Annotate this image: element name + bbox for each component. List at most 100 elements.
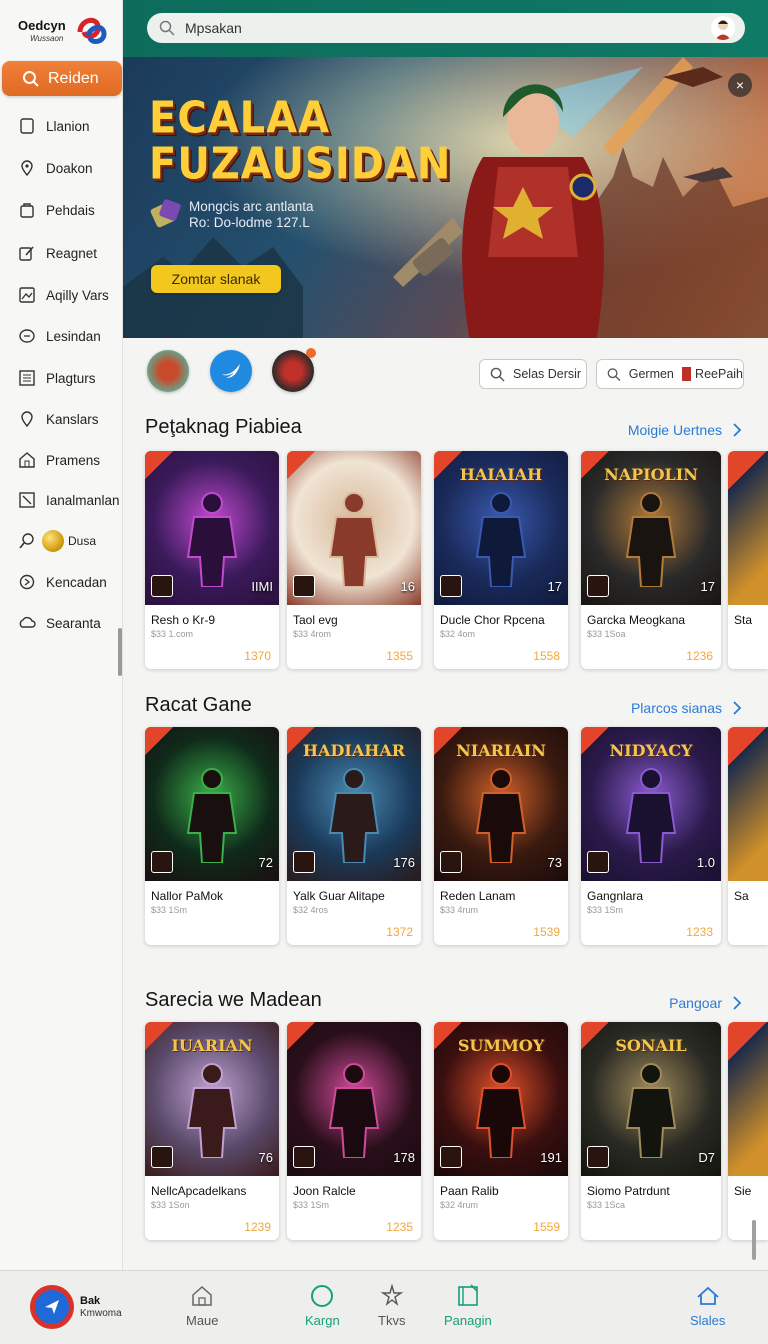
grid-icon [19,370,35,386]
search-input[interactable]: Mpsakan [185,20,242,36]
game-card-partial[interactable]: Sa [728,727,768,945]
nav-item-panagin[interactable]: Panagin [444,1283,492,1328]
game-card-art: SUMMOY 191 [434,1022,568,1176]
game-card-art: HADIAHAR 176 [287,727,421,881]
sidebar-item-2[interactable]: Doakon [0,148,122,188]
sidebar-item-label: Reagnet [46,245,98,261]
game-card[interactable]: IIMI Resh o Kr-9 $33 1.com 1370 [145,451,279,669]
user-avatar-icon[interactable] [711,16,735,40]
profile-name: Bak [80,1295,101,1307]
game-card[interactable]: SONAIL D7 Siomo Patrdunt $33 1Sca [581,1022,721,1240]
section-more-link[interactable]: Pangoar [669,995,742,1011]
nav-item-tkvs[interactable]: Tkvs [378,1283,405,1328]
game-card-badge: 191 [540,1150,562,1165]
search-bar[interactable]: Mpsakan [147,13,745,43]
game-icon [293,575,315,597]
section-more-label: Pangoar [669,995,722,1011]
brand-mark-icon [77,17,107,44]
game-card-badge: 17 [700,579,715,594]
game-card-partial[interactable]: Sie [728,1022,768,1240]
brand-logo[interactable]: Oedcyn Wussaon [10,8,114,50]
filter-chip-1[interactable]: Selas Dersir [479,359,587,389]
brand-name: Oedcyn [18,18,66,33]
game-card-name: Garcka Meogkana [587,613,686,627]
section-more-label: Moigie Uertnes [627,422,722,438]
game-card-sub: $33 1Sm [151,905,188,915]
filter-chip-2[interactable]: Germen ReePaih [596,359,744,389]
game-card-sub: $33 1Sm [587,905,624,915]
hot-tag-icon [434,727,462,755]
character-figure-icon [186,1063,238,1158]
star-icon [380,1283,404,1306]
character-figure-icon [625,492,677,587]
game-card-badge: 176 [393,855,415,870]
game-card[interactable]: SUMMOY 191 Paan Ralib $32 4rum 1559 [434,1022,568,1240]
sidebar-search-button[interactable]: Reiden [2,61,122,96]
hot-tag-icon [581,1022,609,1050]
game-card-price: 1355 [386,649,413,663]
game-icon [440,851,462,873]
sidebar-item-4[interactable]: Reagnet [0,233,122,273]
section-more-link[interactable]: Plarcos sianas [631,700,742,716]
game-card-name: Nallor PaMok [151,889,224,903]
game-card-art: 72 [145,727,279,881]
game-card-sub: $33 1Sca [587,1200,626,1210]
sidebar-item-13[interactable]: Searanta [0,603,122,643]
sidebar-item-3[interactable]: Pehdais [0,190,122,230]
hero-banner[interactable]: ECALAA FUZAUSIDAN Mongcis arc antlanta R… [123,57,768,338]
nav-item-kargn[interactable]: Kargn [305,1283,340,1328]
close-box-icon [19,492,35,508]
game-card-sub: $33 1Son [151,1200,190,1210]
nav-label: Panagin [444,1313,492,1328]
hero-cta-button[interactable]: Zomtar slanak [151,265,281,293]
nav-item-slales[interactable]: Slales [690,1283,725,1328]
sidebar-item-7[interactable]: Plagturs [0,358,122,398]
sidebar-item-8[interactable]: Kanslars [0,399,122,439]
game-card-name: Sie [734,1184,752,1198]
game-icon [151,1146,173,1168]
game-card[interactable]: HADIAHAR 176 Yalk Guar Alitape $32 4ros 1372 [287,727,421,945]
sidebar-item-label: Aqilly Vars [46,287,109,303]
profile-avatar[interactable] [30,1285,74,1329]
sidebar-item-9[interactable]: Pramens [0,440,122,480]
game-card[interactable]: 72 Nallor PaMok $33 1Sm [145,727,279,945]
game-card[interactable]: 16 Taol evg $33 4rom 1355 [287,451,421,669]
sidebar-item-5[interactable]: Aqilly Vars [0,275,122,315]
sidebar-item-12[interactable]: Kencadan [0,562,122,602]
hot-tag-icon [145,1022,173,1050]
sidebar-item-11[interactable]: Dusa [0,521,122,561]
game-card[interactable]: IUARIAN 76 NellcApcadelkans $33 1Son 1239 [145,1022,279,1240]
category-bubble-2[interactable] [210,350,252,392]
sidebar-scrollbar[interactable] [118,628,122,676]
sidebar-item-1[interactable]: Llanion [0,106,122,146]
game-card[interactable]: 178 Joon Ralcle $33 1Sm 1235 [287,1022,421,1240]
game-card[interactable]: HAIAIAH 17 Ducle Chor Rpcena $32 4om 1558 [434,451,568,669]
nav-label: Tkvs [378,1313,406,1328]
hero-badge-icon [150,199,181,228]
category-bubble-1[interactable] [147,350,189,392]
game-icon [293,851,315,873]
game-card-partial[interactable]: Sta [728,451,768,669]
game-card[interactable]: NIDYACY 1.0 Gangnlara $33 1Sm 1233 [581,727,721,945]
location-pin-icon [21,160,33,177]
game-card-name: Sa [734,889,749,903]
game-icon [587,1146,609,1168]
sidebar-item-10[interactable]: Ianalmanlan [0,480,122,520]
game-card-name: Resh o Kr-9 [151,613,216,627]
main-scrollbar[interactable] [752,1220,756,1260]
game-card-badge: 178 [393,1150,415,1165]
game-card-name: Reden Lanam [440,889,516,903]
category-bubble-3[interactable] [272,348,316,392]
section-more-link[interactable]: Moigie Uertnes [628,422,742,438]
game-card-badge: 16 [400,579,415,594]
game-card[interactable]: NIARIAIN 73 Reden Lanam $33 4rum 1539 [434,727,568,945]
nav-label: Maue [186,1313,219,1328]
bird-icon [222,364,240,378]
nav-item-maue[interactable]: Maue [186,1283,219,1328]
close-icon[interactable]: × [728,73,752,97]
section-title: Racat Gane [145,694,252,716]
game-card-badge: 73 [547,855,562,870]
game-card[interactable]: NAPIOLIN 17 Garcka Meogkana $33 1Soa 1236 [581,451,721,669]
send-icon [45,1300,59,1314]
sidebar-item-6[interactable]: Lesindan [0,316,122,356]
